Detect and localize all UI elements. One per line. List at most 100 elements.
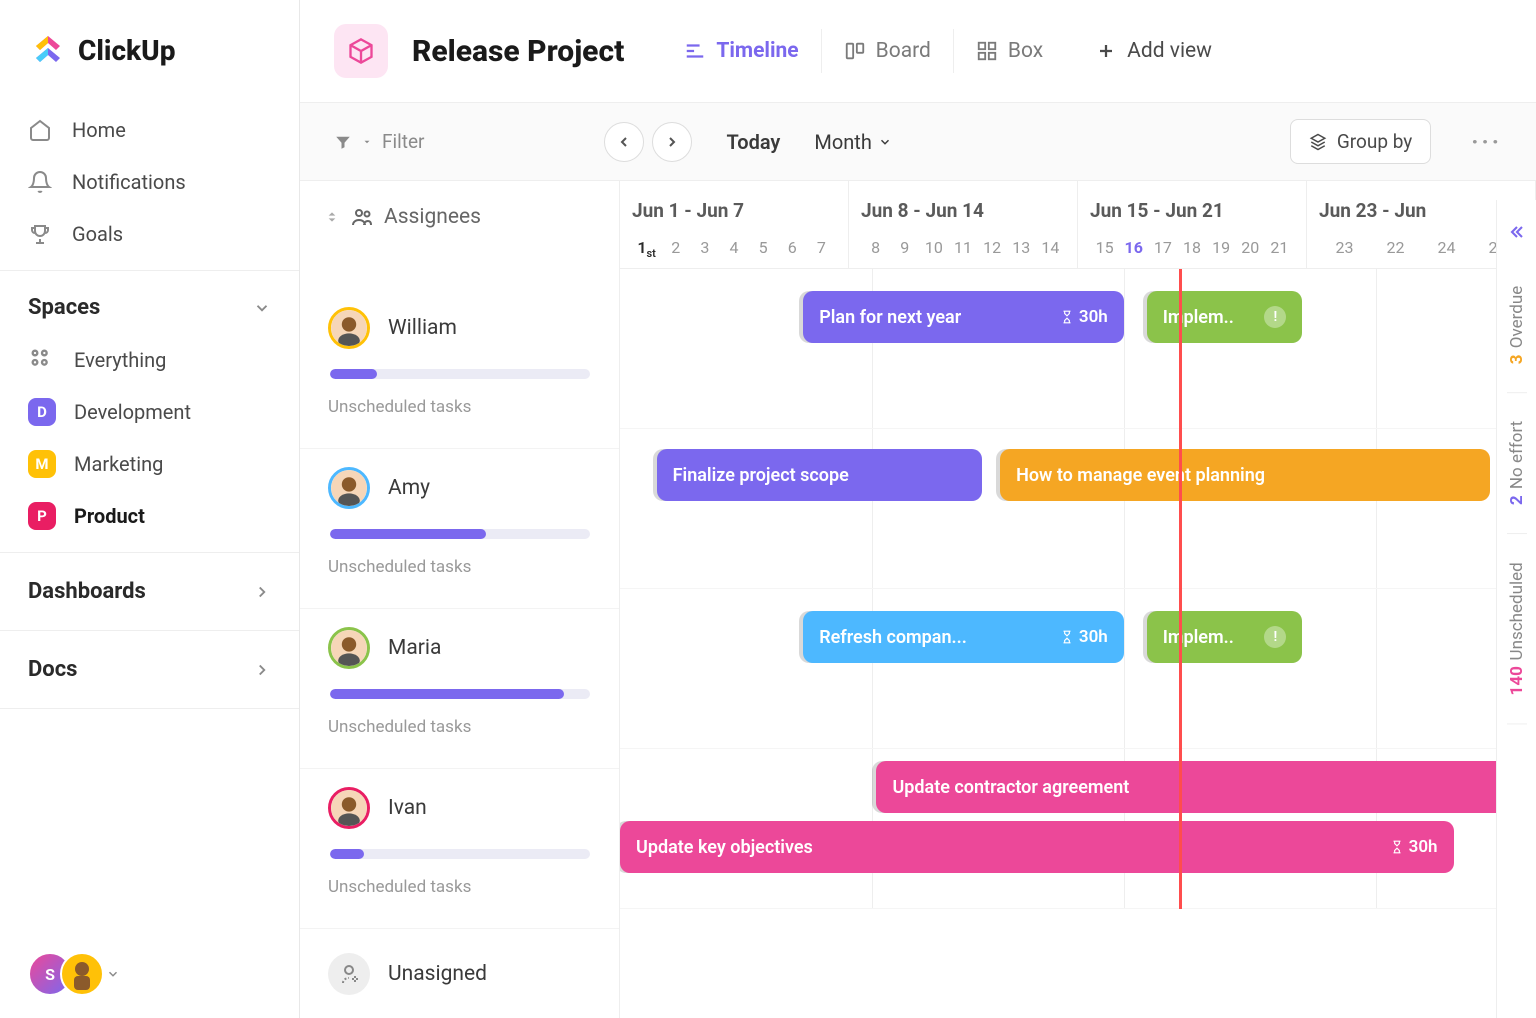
progress-bar bbox=[330, 689, 590, 699]
view-board[interactable]: Board bbox=[821, 29, 953, 73]
unassigned-row[interactable]: Unasigned bbox=[300, 929, 619, 1018]
section-label: Docs bbox=[28, 657, 77, 682]
nav-notifications[interactable]: Notifications bbox=[0, 156, 299, 208]
task-hours: 30h bbox=[1060, 627, 1108, 647]
filter-button[interactable]: Filter bbox=[334, 130, 424, 153]
week-label: Jun 15 - Jun 21 bbox=[1090, 199, 1294, 222]
unscheduled-label[interactable]: Unscheduled tasks bbox=[328, 717, 591, 737]
more-button[interactable]: ··· bbox=[1471, 128, 1502, 156]
divider bbox=[0, 552, 299, 553]
stat-noeffort[interactable]: 2 No effort bbox=[1507, 393, 1527, 534]
task-label: How to manage event planning bbox=[1016, 465, 1265, 486]
board-icon bbox=[844, 40, 866, 62]
task-label: Finalize project scope bbox=[673, 465, 849, 486]
chevron-right-icon bbox=[253, 583, 271, 601]
stat-label: Overdue bbox=[1507, 286, 1527, 348]
task-row: Update contractor agreement Update key ob… bbox=[620, 749, 1536, 909]
day-cell: 23 bbox=[1319, 238, 1370, 265]
period-label: Month bbox=[814, 130, 871, 154]
day-cell: 6 bbox=[778, 238, 807, 268]
task-bar[interactable]: Implem..! bbox=[1147, 611, 1303, 663]
toolbar: Filter Today Month Group by ··· bbox=[300, 103, 1536, 181]
task-label: Update contractor agreement bbox=[892, 777, 1129, 798]
next-button[interactable] bbox=[652, 122, 692, 162]
space-item-product[interactable]: PProduct bbox=[0, 490, 299, 542]
unscheduled-label[interactable]: Unscheduled tasks bbox=[328, 557, 591, 577]
space-label: Product bbox=[74, 504, 145, 528]
nav-goals[interactable]: Goals bbox=[0, 208, 299, 260]
task-hours: 30h bbox=[1390, 837, 1438, 857]
stat-label: Unscheduled bbox=[1507, 562, 1527, 660]
warning-icon: ! bbox=[1264, 306, 1286, 328]
spaces-header[interactable]: Spaces bbox=[0, 281, 299, 334]
day-cell: 17 bbox=[1148, 238, 1177, 265]
cube-icon bbox=[347, 37, 375, 65]
assignees-header[interactable]: Assignees bbox=[300, 181, 619, 289]
day-cell: 14 bbox=[1036, 238, 1065, 265]
assignee-row[interactable]: Ivan Unscheduled tasks bbox=[300, 769, 619, 929]
bell-icon bbox=[28, 170, 52, 194]
week-label: Jun 23 - Jun bbox=[1319, 199, 1523, 222]
plus-icon bbox=[1097, 42, 1115, 60]
chevron-down-icon[interactable] bbox=[106, 967, 120, 981]
add-view-button[interactable]: Add view bbox=[1097, 39, 1212, 63]
unscheduled-label[interactable]: Unscheduled tasks bbox=[328, 397, 591, 417]
docs-section[interactable]: Docs bbox=[0, 641, 299, 698]
view-timeline[interactable]: Timeline bbox=[662, 29, 820, 73]
stat-num: 140 bbox=[1507, 666, 1527, 695]
view-label: Board bbox=[876, 39, 931, 63]
stat-unscheduled[interactable]: 140 Unscheduled bbox=[1507, 534, 1527, 724]
unassigned-label: Unasigned bbox=[388, 962, 487, 986]
space-item-development[interactable]: DDevelopment bbox=[0, 386, 299, 438]
task-bar[interactable]: Update contractor agreement bbox=[876, 761, 1536, 813]
progress-bar bbox=[330, 529, 590, 539]
prev-button[interactable] bbox=[604, 122, 644, 162]
assignee-name: William bbox=[388, 316, 457, 340]
progress-bar bbox=[330, 369, 590, 379]
right-rail: 3 Overdue 2 No effort 140 Unscheduled bbox=[1496, 200, 1536, 1018]
space-everything[interactable]: Everything bbox=[0, 334, 299, 386]
timeline-area: Assignees William Unscheduled tasks Amy Uns… bbox=[300, 181, 1536, 1018]
task-bar[interactable]: Update key objectives30h bbox=[620, 821, 1454, 873]
task-bar[interactable]: How to manage event planning bbox=[1000, 449, 1490, 501]
nav-home[interactable]: Home bbox=[0, 104, 299, 156]
day-cell: 2 bbox=[661, 238, 690, 268]
stat-overdue[interactable]: 3 Overdue bbox=[1507, 258, 1527, 393]
task-bar[interactable]: Implem..! bbox=[1147, 291, 1303, 343]
sidebar: ClickUp Home Notifications Goals Spaces … bbox=[0, 0, 300, 1018]
task-row: Refresh compan... 30h Implem..! bbox=[620, 589, 1536, 749]
day-cell: 22 bbox=[1370, 238, 1421, 265]
main: Release Project Timeline Board Box Add v… bbox=[300, 0, 1536, 1018]
box-icon bbox=[976, 40, 998, 62]
period-select[interactable]: Month bbox=[814, 130, 891, 154]
logo[interactable]: ClickUp bbox=[0, 0, 299, 104]
task-row: Finalize project scope How to manage even… bbox=[620, 429, 1536, 589]
view-box[interactable]: Box bbox=[953, 29, 1065, 73]
task-bar[interactable]: Finalize project scope bbox=[657, 449, 982, 501]
day-cell: 20 bbox=[1236, 238, 1265, 265]
assignee-name: Amy bbox=[388, 476, 430, 500]
today-button[interactable]: Today bbox=[726, 130, 780, 154]
dashboards-section[interactable]: Dashboards bbox=[0, 563, 299, 620]
task-bar[interactable]: Plan for next year30h bbox=[803, 291, 1124, 343]
project-icon[interactable] bbox=[334, 24, 388, 78]
assignee-name: Ivan bbox=[388, 796, 427, 820]
avatar-stack[interactable]: S bbox=[28, 952, 92, 996]
assignee-row[interactable]: William Unscheduled tasks bbox=[300, 289, 619, 449]
assignee-row[interactable]: MariaUnscheduled tasks bbox=[300, 609, 619, 769]
task-bar[interactable]: Refresh compan... 30h bbox=[803, 611, 1124, 663]
day-cell: 7 bbox=[807, 238, 836, 268]
day-cell: 9 bbox=[890, 238, 919, 265]
sort-icon bbox=[324, 209, 340, 225]
timeline-grid[interactable]: Jun 1 - Jun 71st234567Jun 8 - Jun 148910… bbox=[620, 181, 1536, 1018]
group-by-button[interactable]: Group by bbox=[1290, 119, 1431, 164]
task-label: Refresh compan... bbox=[819, 627, 967, 648]
collapse-rail-button[interactable] bbox=[1507, 210, 1527, 258]
nav-label: Home bbox=[72, 118, 126, 142]
space-badge: D bbox=[28, 398, 56, 426]
week-label: Jun 8 - Jun 14 bbox=[861, 199, 1065, 222]
assignee-row[interactable]: Amy Unscheduled tasks bbox=[300, 449, 619, 609]
day-cell: 19 bbox=[1207, 238, 1236, 265]
space-item-marketing[interactable]: MMarketing bbox=[0, 438, 299, 490]
unscheduled-label[interactable]: Unscheduled tasks bbox=[328, 877, 591, 897]
